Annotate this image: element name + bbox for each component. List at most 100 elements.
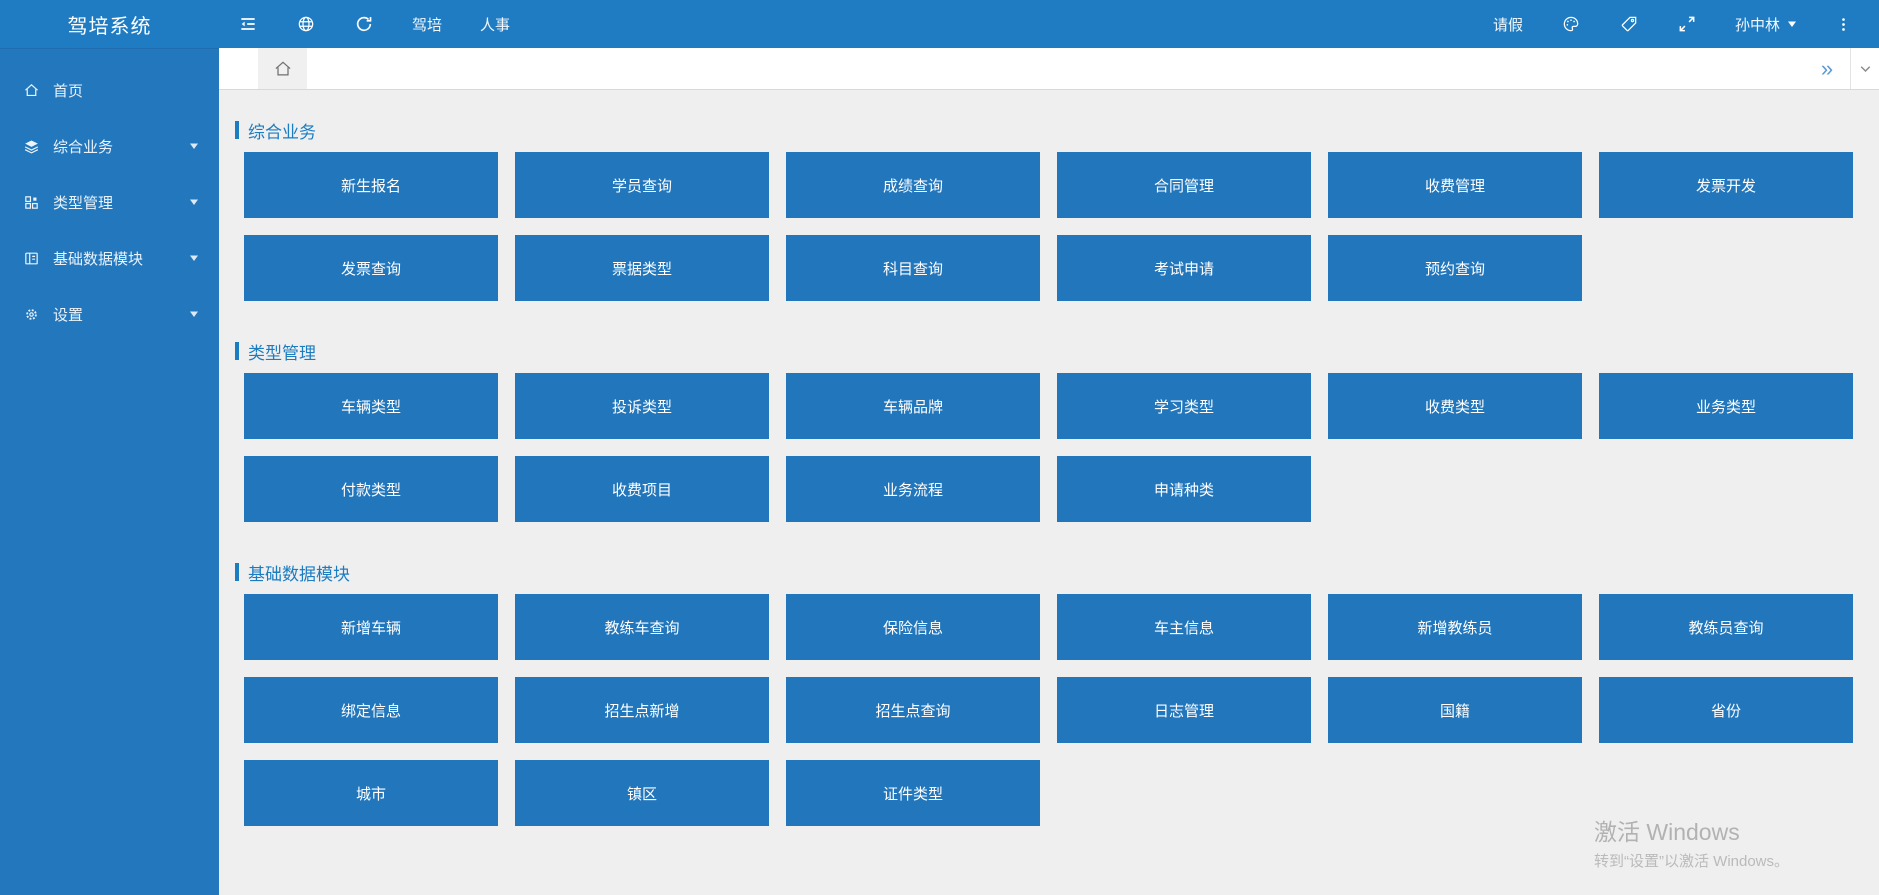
- app-button[interactable]: 车辆类型: [244, 373, 498, 439]
- section-title-text: 综合业务: [248, 118, 316, 143]
- app-button[interactable]: 考试申请: [1057, 235, 1311, 301]
- app-button[interactable]: 付款类型: [244, 456, 498, 522]
- section-grid: 新生报名学员查询成绩查询合同管理收费管理发票开发发票查询票据类型科目查询考试申请…: [244, 152, 1853, 301]
- section-title-bar-icon: [235, 121, 239, 139]
- app-button[interactable]: 预约查询: [1328, 235, 1582, 301]
- section-grid: 车辆类型投诉类型车辆品牌学习类型收费类型业务类型付款类型收费项目业务流程申请种类: [244, 373, 1853, 522]
- tab-bar: »: [219, 48, 1879, 90]
- home-icon: [23, 82, 40, 99]
- app-button[interactable]: 教练员查询: [1599, 594, 1853, 660]
- sidebar-item-settings[interactable]: 设置: [0, 286, 219, 342]
- app-button[interactable]: 申请种类: [1057, 456, 1311, 522]
- app-button[interactable]: 证件类型: [786, 760, 1040, 826]
- nav-menu-jiapei[interactable]: 驾培: [393, 0, 461, 48]
- module-section: 类型管理 车辆类型投诉类型车辆品牌学习类型收费类型业务类型付款类型收费项目业务流…: [244, 341, 1853, 522]
- palette-icon: [1561, 14, 1581, 34]
- app-button[interactable]: 招生点新增: [515, 677, 769, 743]
- app-button[interactable]: 成绩查询: [786, 152, 1040, 218]
- app-button[interactable]: 教练车查询: [515, 594, 769, 660]
- section-title: 综合业务: [235, 120, 1853, 140]
- language-button[interactable]: [277, 0, 335, 48]
- app-button[interactable]: 收费项目: [515, 456, 769, 522]
- app-button[interactable]: 绑定信息: [244, 677, 498, 743]
- content: 综合业务 新生报名学员查询成绩查询合同管理收费管理发票开发发票查询票据类型科目查…: [219, 90, 1879, 895]
- nav-menu-renshi[interactable]: 人事: [461, 0, 529, 48]
- tab-overflow-button[interactable]: »: [1804, 48, 1850, 89]
- app-button[interactable]: 业务类型: [1599, 373, 1853, 439]
- navbar-left: 驾培 人事: [219, 0, 529, 48]
- section-title: 基础数据模块: [235, 562, 1853, 582]
- sidebar-item-label: 综合业务: [53, 136, 189, 157]
- refresh-button[interactable]: [335, 0, 393, 48]
- app-button[interactable]: 新增车辆: [244, 594, 498, 660]
- section-grid: 新增车辆教练车查询保险信息车主信息新增教练员教练员查询绑定信息招生点新增招生点查…: [244, 594, 1853, 826]
- app-button[interactable]: 收费管理: [1328, 152, 1582, 218]
- sidebar: 首页 综合业务 类型管理 基础数据模块 设置: [0, 48, 219, 895]
- layers-icon: [23, 138, 40, 155]
- gear-icon: [23, 306, 40, 323]
- fullscreen-button[interactable]: [1658, 0, 1716, 48]
- section-title-bar-icon: [235, 342, 239, 360]
- sections-root: 综合业务 新生报名学员查询成绩查询合同管理收费管理发票开发发票查询票据类型科目查…: [244, 120, 1853, 826]
- sidebar-item-label: 首页: [53, 80, 199, 101]
- theme-button[interactable]: [1542, 0, 1600, 48]
- globe-icon: [296, 14, 316, 34]
- app-button[interactable]: 票据类型: [515, 235, 769, 301]
- app-button[interactable]: 科目查询: [786, 235, 1040, 301]
- chevron-down-icon: [1787, 19, 1797, 29]
- sidebar-item-basedata[interactable]: 基础数据模块: [0, 230, 219, 286]
- app-button[interactable]: 发票查询: [244, 235, 498, 301]
- app-button[interactable]: 学员查询: [515, 152, 769, 218]
- app-logo[interactable]: 驾培系统: [0, 0, 219, 48]
- username: 孙中林: [1735, 14, 1780, 35]
- blocks-icon: [23, 194, 40, 211]
- app-button[interactable]: 合同管理: [1057, 152, 1311, 218]
- sidebar-item-label: 类型管理: [53, 192, 189, 213]
- app-button[interactable]: 学习类型: [1057, 373, 1311, 439]
- app-button[interactable]: 国籍: [1328, 677, 1582, 743]
- collapse-sidebar-button[interactable]: [219, 0, 277, 48]
- more-options-button[interactable]: [1816, 0, 1871, 48]
- user-menu[interactable]: 孙中林: [1716, 0, 1816, 48]
- navbar-spacer: [529, 0, 1474, 48]
- module-section: 综合业务 新生报名学员查询成绩查询合同管理收费管理发票开发发票查询票据类型科目查…: [244, 120, 1853, 301]
- app-button[interactable]: 日志管理: [1057, 677, 1311, 743]
- sidebar-item-home[interactable]: 首页: [0, 62, 219, 118]
- sidebar-item-label: 设置: [53, 304, 189, 325]
- chevron-down-icon: [189, 309, 199, 319]
- section-title: 类型管理: [235, 341, 1853, 361]
- app-button[interactable]: 招生点查询: [786, 677, 1040, 743]
- app-button[interactable]: 投诉类型: [515, 373, 769, 439]
- module-section: 基础数据模块 新增车辆教练车查询保险信息车主信息新增教练员教练员查询绑定信息招生…: [244, 562, 1853, 826]
- app-button[interactable]: 业务流程: [786, 456, 1040, 522]
- app-button[interactable]: 省份: [1599, 677, 1853, 743]
- tag-button[interactable]: [1600, 0, 1658, 48]
- top-navbar: 驾培系统 驾培 人事 请假: [0, 0, 1879, 48]
- tab-menu-button[interactable]: [1850, 48, 1879, 89]
- more-vertical-icon: [1835, 16, 1852, 33]
- chevron-down-icon: [189, 141, 199, 151]
- chevron-down-icon: [1857, 60, 1874, 77]
- app-button[interactable]: 新生报名: [244, 152, 498, 218]
- sidebar-item-types[interactable]: 类型管理: [0, 174, 219, 230]
- app-window: { "app": { "title": "驾培系统" }, "colors": …: [0, 0, 1879, 895]
- tab-home[interactable]: [258, 48, 307, 89]
- collapse-menu-icon: [238, 14, 258, 34]
- app-button[interactable]: 镇区: [515, 760, 769, 826]
- app-button[interactable]: 发票开发: [1599, 152, 1853, 218]
- sidebar-item-business[interactable]: 综合业务: [0, 118, 219, 174]
- home-icon: [273, 59, 293, 79]
- tag-icon: [1619, 14, 1639, 34]
- app-button[interactable]: 车主信息: [1057, 594, 1311, 660]
- app-button[interactable]: 城市: [244, 760, 498, 826]
- app-button[interactable]: 车辆品牌: [786, 373, 1040, 439]
- app-button[interactable]: 新增教练员: [1328, 594, 1582, 660]
- module-icon: [23, 250, 40, 267]
- section-title-text: 基础数据模块: [248, 560, 350, 585]
- page-body: 首页 综合业务 类型管理 基础数据模块 设置: [0, 48, 1879, 895]
- refresh-icon: [354, 14, 374, 34]
- app-button[interactable]: 收费类型: [1328, 373, 1582, 439]
- app-button[interactable]: 保险信息: [786, 594, 1040, 660]
- main-area: » 综合业务 新生报名学员查询成绩查询合同管理收费管理发票开发发票查询票据类型科…: [219, 48, 1879, 895]
- leave-request-button[interactable]: 请假: [1474, 0, 1542, 48]
